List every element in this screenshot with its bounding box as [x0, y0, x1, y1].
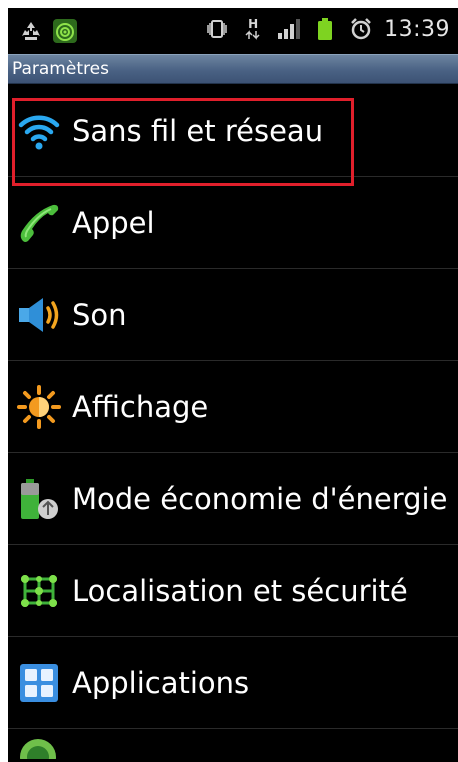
settings-item-label: Appel	[72, 205, 155, 240]
network-type-label: H	[248, 17, 259, 31]
signal-bars-icon	[276, 16, 302, 42]
apps-grid-icon	[16, 661, 62, 705]
lookout-shield-icon	[52, 18, 78, 44]
settings-item-label: Sans fil et réseau	[72, 113, 324, 148]
vibrate-icon	[204, 16, 230, 42]
settings-item-applications[interactable]: Applications	[8, 637, 458, 729]
settings-item-wireless-network[interactable]: Sans fil et réseau	[8, 85, 458, 177]
settings-item-label: Son	[72, 297, 127, 332]
phone-screen: H 13:39 Paramètres Sans fil et réseau Ap…	[8, 8, 458, 762]
settings-item-sound[interactable]: Son	[8, 269, 458, 361]
settings-item-call[interactable]: Appel	[8, 177, 458, 269]
battery-icon	[312, 16, 338, 42]
location-grid-icon	[16, 569, 62, 613]
data-arrows-icon: H	[240, 16, 266, 42]
settings-list: Sans fil et réseau Appel Son Affichage M…	[8, 85, 458, 762]
settings-item-location-security[interactable]: Localisation et sécurité	[8, 545, 458, 637]
clock-time: 13:39	[384, 16, 450, 42]
settings-item-partial[interactable]	[8, 729, 458, 762]
status-bar: H 13:39	[8, 8, 458, 54]
settings-item-label: Localisation et sécurité	[72, 573, 408, 608]
alarm-clock-icon	[348, 16, 374, 42]
phone-handset-icon	[16, 201, 62, 245]
page-title: Paramètres	[12, 59, 109, 79]
cut-off-icon	[18, 733, 58, 762]
speaker-icon	[16, 293, 62, 337]
settings-item-label: Affichage	[72, 389, 209, 424]
battery-recycle-icon	[16, 477, 62, 521]
settings-item-display[interactable]: Affichage	[8, 361, 458, 453]
settings-item-power-saving[interactable]: Mode économie d'énergie	[8, 453, 458, 545]
settings-title-bar: Paramètres	[8, 54, 458, 84]
settings-item-label: Applications	[72, 665, 250, 700]
settings-item-label: Mode économie d'énergie	[72, 481, 448, 516]
brightness-icon	[16, 385, 62, 429]
recycle-icon	[18, 18, 44, 44]
wifi-icon	[16, 109, 62, 153]
